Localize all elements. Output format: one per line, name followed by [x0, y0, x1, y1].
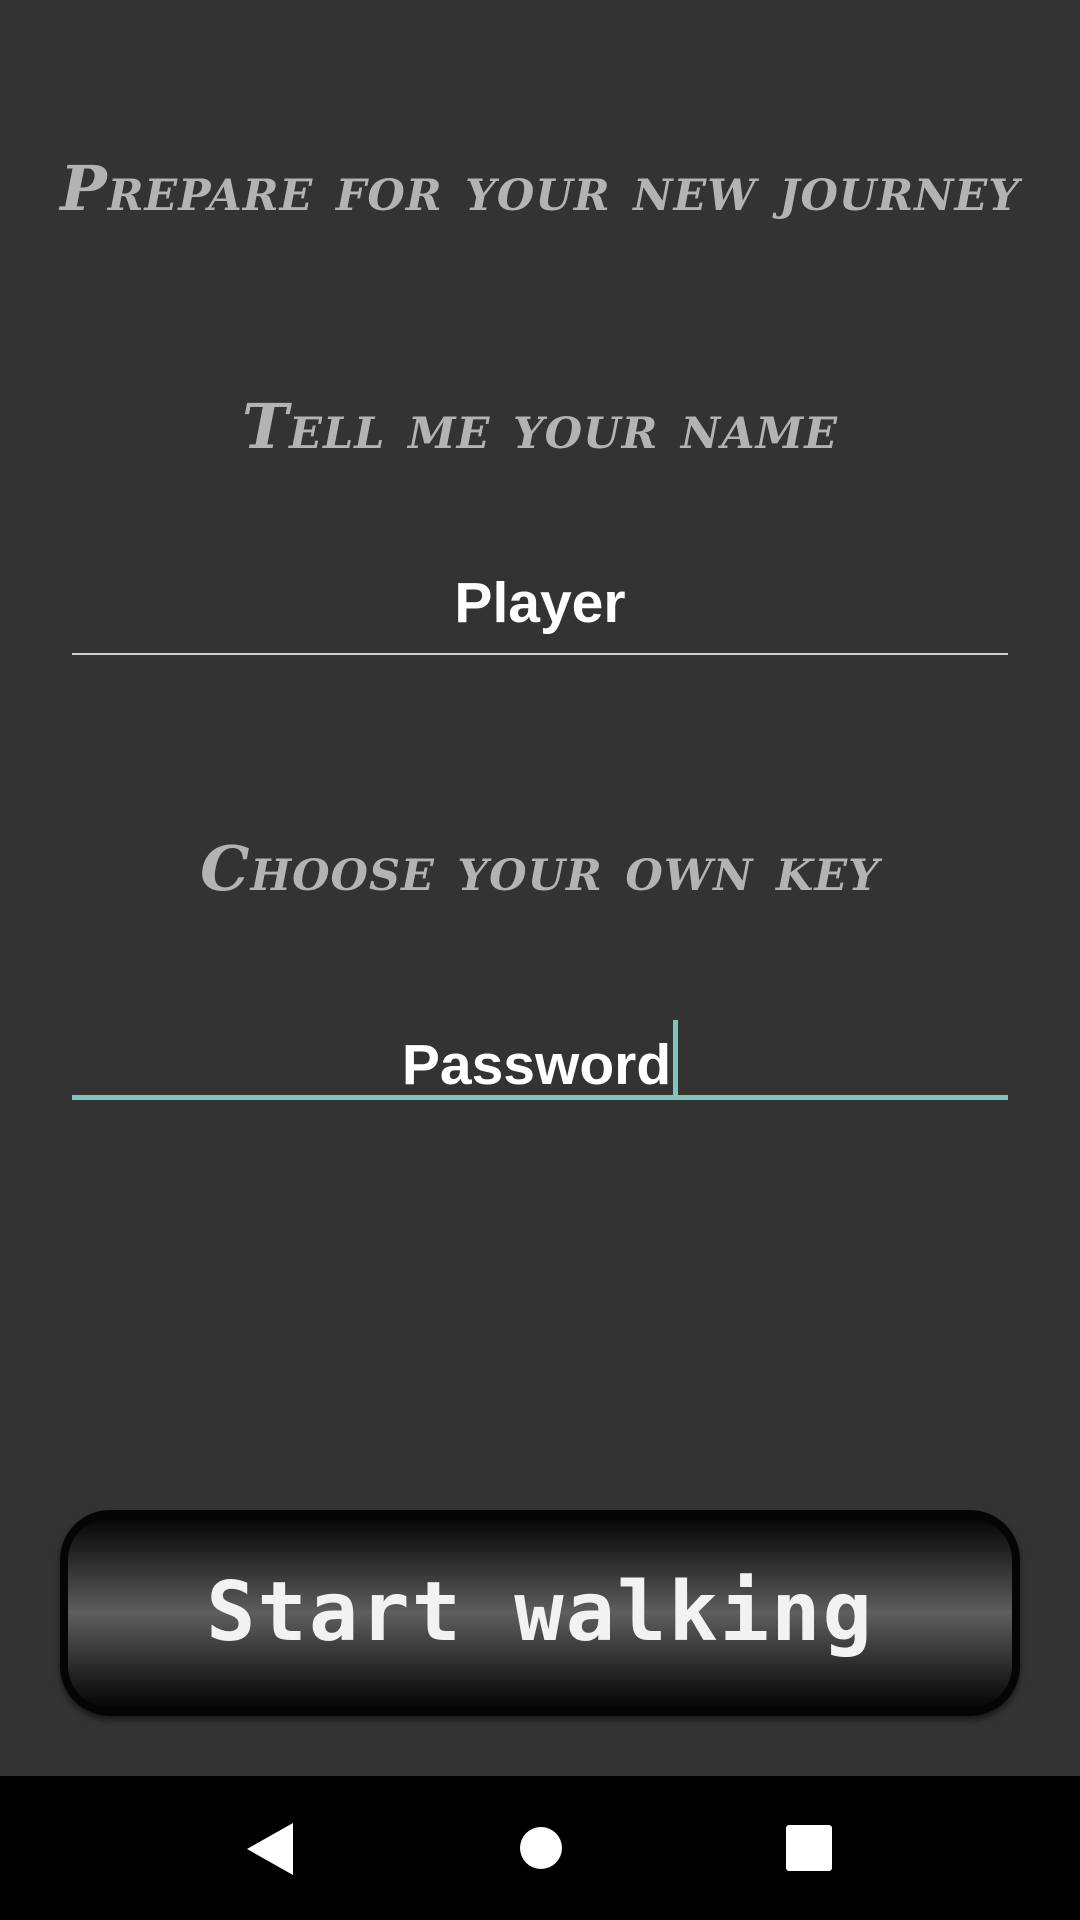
key-heading: Choose your own key: [200, 832, 880, 905]
password-field[interactable]: Password: [72, 1010, 1008, 1100]
system-nav-bar: [0, 1776, 1080, 1920]
password-value: Password: [401, 1033, 672, 1097]
app-screen: Prepare for your new journey Tell me you…: [0, 0, 1080, 1920]
start-walking-label: Start walking: [206, 1565, 874, 1660]
password-underline: [72, 1095, 1008, 1100]
home-circle-icon[interactable]: [520, 1827, 562, 1869]
start-walking-button[interactable]: Start walking: [60, 1510, 1020, 1716]
password-value-wrap: Password: [72, 1020, 1008, 1100]
player-name-field[interactable]: Player: [72, 565, 1008, 655]
name-heading: Tell me your name: [242, 390, 838, 463]
player-name-value: Player: [454, 571, 626, 635]
player-name-underline: [72, 653, 1008, 655]
journey-heading: Prepare for your new journey: [60, 152, 1020, 225]
recents-square-icon[interactable]: [786, 1825, 832, 1871]
text-cursor: [673, 1020, 679, 1100]
back-triangle-icon[interactable]: [245, 1821, 295, 1877]
